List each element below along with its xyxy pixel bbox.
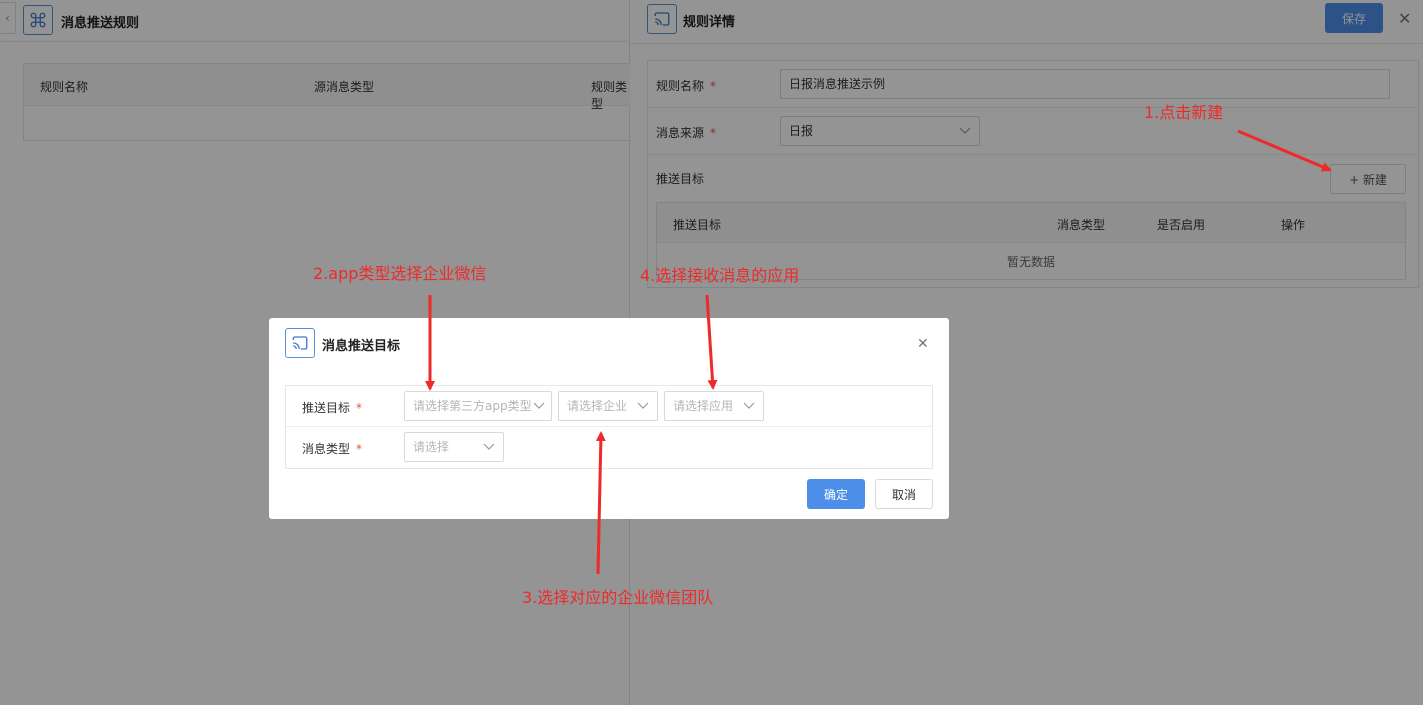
dialog-close-icon[interactable]: ✕ (917, 336, 929, 352)
chevron-down-icon (483, 443, 495, 450)
annotation-step4: 4.选择接收消息的应用 (640, 266, 800, 285)
dialog-form: 推送目标 * 请选择第三方app类型 请选择企业 请选择应用 消息类型 * 请选择 (285, 385, 933, 469)
target-field-label: 推送目标 (302, 401, 351, 415)
msg-type-select[interactable]: 请选择 (404, 432, 504, 462)
app-type-select[interactable]: 请选择第三方app类型 (404, 391, 552, 421)
required-mark: * (356, 401, 363, 415)
msg-type-row: 消息类型 * 请选择 (286, 427, 932, 468)
annotation-step2: 2.app类型选择企业微信 (313, 264, 487, 283)
cast-icon (285, 328, 315, 358)
push-target-dialog: 消息推送目标 ✕ 推送目标 * 请选择第三方app类型 请选择企业 请选择应用 消… (269, 318, 949, 519)
msg-type-placeholder: 请选择 (413, 440, 450, 454)
cancel-button[interactable]: 取消 (875, 479, 933, 509)
company-placeholder: 请选择企业 (567, 399, 628, 413)
confirm-button[interactable]: 确定 (807, 479, 865, 509)
chevron-down-icon (533, 402, 545, 409)
app-select[interactable]: 请选择应用 (664, 391, 764, 421)
chevron-down-icon (637, 402, 649, 409)
app-placeholder: 请选择应用 (673, 399, 734, 413)
annotation-step3: 3.选择对应的企业微信团队 (522, 588, 714, 607)
msg-type-label: 消息类型 (302, 442, 351, 456)
annotation-step1: 1.点击新建 (1144, 103, 1224, 122)
required-mark: * (356, 442, 363, 456)
app-type-placeholder: 请选择第三方app类型 (413, 399, 532, 413)
dialog-title: 消息推送目标 (322, 339, 401, 354)
target-row: 推送目标 * 请选择第三方app类型 请选择企业 请选择应用 (286, 386, 932, 427)
chevron-down-icon (743, 402, 755, 409)
company-select[interactable]: 请选择企业 (558, 391, 658, 421)
